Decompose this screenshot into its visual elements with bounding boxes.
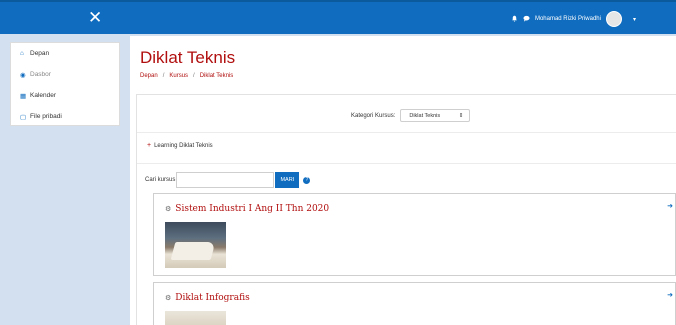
course-title-link[interactable]: ⚙ Sistem Industri I Ang II Thn 2020 — [165, 204, 329, 214]
sidebar-item-kalender[interactable]: ▦ Kalender — [11, 85, 119, 106]
course-image[interactable] — [165, 311, 226, 325]
user-avatar[interactable] — [605, 11, 622, 27]
course-title: Diklat Infografis — [175, 293, 250, 303]
breadcrumb: Depan / Kursus / Diklat Teknis — [140, 73, 233, 79]
course-title-link[interactable]: ⚙ Diklat Infografis — [165, 293, 250, 303]
user-menu-area: Mohamad Rizki Priwadhi ▾ — [511, 11, 636, 27]
category-content: Kategori Kursus: Diklat Teknis ⇕ + Learn… — [136, 94, 676, 325]
home-icon: ⌂ — [20, 50, 24, 57]
course-card: ⚙ Sistem Industri I Ang II Thn 2020 ➜ — [153, 193, 676, 276]
bell-icon[interactable] — [511, 15, 518, 24]
sidebar-item-file-pribadi[interactable]: ▢ File pribadi — [11, 106, 119, 127]
course-card: ⚙ Diklat Infografis ➜ — [153, 282, 676, 325]
dashboard-icon: ◉ — [20, 71, 26, 79]
sidebar-item-dasbor[interactable]: ◉ Dasbor — [11, 64, 119, 85]
divider — [137, 132, 676, 133]
top-navbar: ✕ Mohamad Rizki Priwadhi ▾ — [0, 0, 676, 34]
sidebar-item-label: Depan — [30, 50, 50, 57]
search-label: Cari kursus — [145, 177, 176, 183]
breadcrumb-item-diklat-teknis[interactable]: Diklat Teknis — [200, 73, 234, 79]
enrol-icon[interactable]: ➜ — [667, 202, 673, 210]
calendar-icon: ▦ — [20, 92, 27, 100]
page-title: Diklat Teknis — [140, 48, 236, 67]
subcategory-link[interactable]: + Learning Diklat Teknis — [147, 142, 213, 149]
subcategory-label: Learning Diklat Teknis — [154, 142, 213, 149]
close-drawer-button[interactable]: ✕ — [88, 8, 102, 28]
sidebar-item-label: File pribadi — [30, 113, 62, 120]
sidebar-item-label: Kalender — [30, 92, 57, 99]
chat-icon[interactable] — [523, 15, 530, 24]
search-button[interactable]: MARI — [275, 172, 300, 188]
sidebar-item-depan[interactable]: ⌂ Depan — [11, 43, 119, 64]
chevron-down-icon[interactable]: ▾ — [633, 16, 636, 23]
course-title: Sistem Industri I Ang II Thn 2020 — [175, 204, 330, 214]
user-name[interactable]: Mohamad Rizki Priwadhi — [535, 16, 601, 22]
search-input[interactable] — [176, 172, 275, 188]
breadcrumb-item-depan[interactable]: Depan — [140, 73, 158, 79]
category-selected-value: Diklat Teknis — [409, 112, 441, 119]
course-info-icon: ⚙ — [165, 206, 172, 213]
category-label: Kategori Kursus: — [351, 112, 396, 119]
course-image[interactable] — [165, 222, 226, 268]
expand-plus-icon: + — [147, 142, 152, 149]
breadcrumb-separator: / — [193, 73, 195, 79]
main-region: Diklat Teknis Depan / Kursus / Diklat Te… — [130, 36, 676, 325]
divider — [137, 163, 676, 164]
help-icon[interactable]: ? — [303, 176, 311, 184]
enrol-icon[interactable]: ➜ — [667, 291, 673, 299]
course-search: Cari kursus MARI ? — [145, 172, 311, 188]
category-select[interactable]: Diklat Teknis ⇕ — [400, 109, 471, 122]
course-info-icon: ⚙ — [165, 295, 172, 302]
breadcrumb-item-kursus[interactable]: Kursus — [169, 73, 188, 79]
select-arrows-icon: ⇕ — [458, 112, 464, 119]
sidebar-nav: ⌂ Depan ◉ Dasbor ▦ Kalender ▢ File priba… — [10, 42, 120, 126]
file-icon: ▢ — [20, 113, 27, 121]
breadcrumb-separator: / — [162, 73, 165, 79]
category-selector-row: Kategori Kursus: Diklat Teknis ⇕ — [351, 109, 471, 122]
book-page-shape — [170, 242, 216, 260]
sidebar-item-label: Dasbor — [30, 71, 51, 78]
